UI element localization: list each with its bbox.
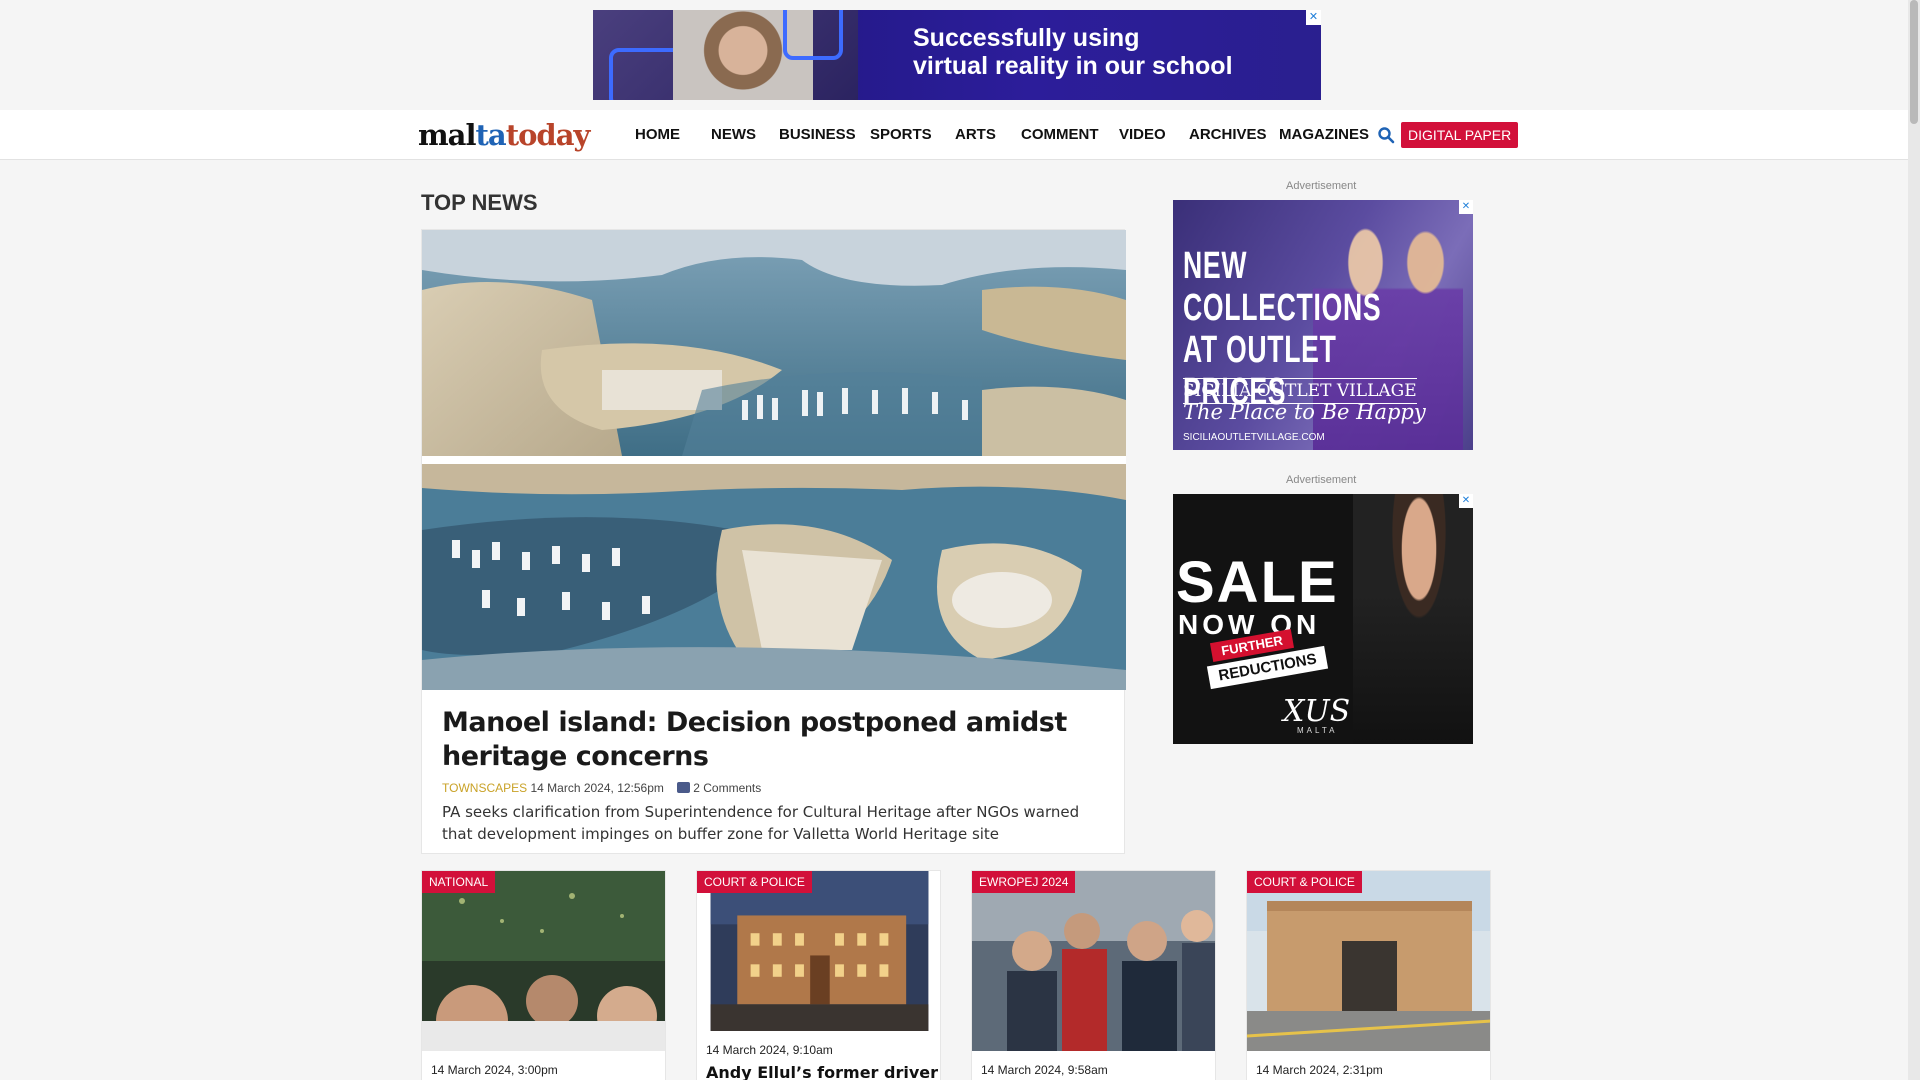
digital-paper-button[interactable]: DIGITAL PAPER — [1401, 122, 1519, 148]
logo-part2: ta — [475, 118, 507, 152]
advertisement-label: Advertisement — [1286, 474, 1357, 486]
ad-photo — [593, 10, 858, 100]
ad-headline-line2: COLLECTIONS — [1183, 287, 1382, 329]
nav-comment[interactable]: COMMENT — [1021, 126, 1099, 143]
hero-date: 14 March 2024, 12:56pm — [530, 781, 664, 795]
nav-magazines[interactable]: MAGAZINES — [1279, 126, 1369, 143]
top-banner-ad[interactable]: Successfully using virtual reality in ou… — [593, 10, 1321, 100]
article-card[interactable]: EWROPEJ 2024 14 March 2024, 9:58am — [971, 870, 1216, 1080]
logo-part3: today — [505, 118, 591, 152]
side-ad-outlet[interactable]: NEW COLLECTIONS AT OUTLET PRICES SICILIA… — [1173, 200, 1473, 450]
nav-archives[interactable]: ARCHIVES — [1189, 126, 1267, 143]
card-date: 14 March 2024, 3:00pm — [431, 1063, 558, 1077]
article-card[interactable]: NATIONAL 14 March 2024, 3:00pm — [421, 870, 666, 1080]
ad-headline-line1: Successfully using — [913, 24, 1140, 52]
nav-sports[interactable]: SPORTS — [870, 126, 932, 143]
hero-meta: TOWNSCAPES 14 March 2024, 12:56pm 2 Comm… — [442, 781, 761, 795]
main-navbar: maltatoday HOME NEWS BUSINESS SPORTS ART… — [0, 110, 1908, 160]
card-date: 14 March 2024, 9:10am — [706, 1043, 833, 1057]
card-category-badge[interactable]: NATIONAL — [422, 871, 496, 893]
card-thumbnail[interactable] — [972, 871, 1216, 1051]
card-category-badge[interactable]: COURT & POLICE — [1247, 871, 1362, 893]
card-category-badge[interactable]: EWROPEJ 2024 — [972, 871, 1076, 893]
search-icon[interactable] — [1377, 126, 1395, 144]
hero-category[interactable]: TOWNSCAPES — [442, 781, 527, 795]
card-thumbnail[interactable] — [697, 871, 941, 1031]
nav-news[interactable]: NEWS — [711, 126, 756, 143]
close-icon[interactable]: ✕ — [1459, 494, 1473, 508]
article-card[interactable]: COURT & POLICE 14 March 2024, 9:10am And… — [696, 870, 941, 1080]
close-icon[interactable]: ✕ — [1459, 200, 1473, 214]
comment-icon — [677, 782, 691, 793]
nav-home[interactable]: HOME — [635, 126, 680, 143]
site-logo[interactable]: maltatoday — [418, 118, 591, 152]
card-category-badge[interactable]: COURT & POLICE — [697, 871, 812, 893]
ad-brand-sub: MALTA — [1297, 726, 1338, 735]
ad-model-image — [1353, 494, 1473, 744]
nav-video[interactable]: VIDEO — [1119, 126, 1166, 143]
hero-comments[interactable]: 2 Comments — [693, 781, 761, 795]
ad-headline: Successfully using virtual reality in ou… — [913, 24, 1233, 80]
close-icon[interactable]: ✕ — [1306, 10, 1321, 25]
ad-url: SICILIAOUTLETVILLAGE.COM — [1183, 432, 1325, 443]
advertisement-label: Advertisement — [1286, 180, 1357, 192]
ad-brand-logo: XUS — [1283, 694, 1351, 729]
ad-headline-line1: NEW — [1183, 245, 1248, 287]
side-ad-xus[interactable]: SALE NOW ON FURTHER REDUCTIONS XUS MALTA… — [1173, 494, 1473, 744]
page-scrollbar[interactable] — [1908, 0, 1920, 1080]
card-headline[interactable]: Andy Ellul’s former driver — [706, 1063, 938, 1080]
hero-image[interactable] — [422, 230, 1126, 690]
card-date: 14 March 2024, 9:58am — [981, 1063, 1108, 1077]
hero-summary: PA seeks clarification from Superintende… — [442, 803, 1080, 843]
article-card[interactable]: COURT & POLICE 14 March 2024, 2:31pm — [1246, 870, 1491, 1080]
card-thumbnail[interactable] — [422, 871, 666, 1051]
card-date: 14 March 2024, 2:31pm — [1256, 1063, 1383, 1077]
card-thumbnail[interactable] — [1247, 871, 1491, 1051]
nav-business[interactable]: BUSINESS — [779, 126, 856, 143]
hero-headline[interactable]: Manoel island: Decision postponed amidst… — [442, 706, 1082, 774]
ad-headline-line2: virtual reality in our school — [913, 52, 1233, 80]
nav-arts[interactable]: ARTS — [955, 126, 996, 143]
logo-part1: mal — [418, 118, 476, 152]
ad-sale-text: SALE — [1176, 550, 1339, 615]
ad-tagline: The Place to Be Happy — [1183, 400, 1426, 424]
hero-article[interactable]: Manoel island: Decision postponed amidst… — [421, 229, 1126, 854]
scrollbar-thumb[interactable] — [1910, 0, 1918, 124]
section-title: TOP NEWS — [421, 190, 538, 215]
